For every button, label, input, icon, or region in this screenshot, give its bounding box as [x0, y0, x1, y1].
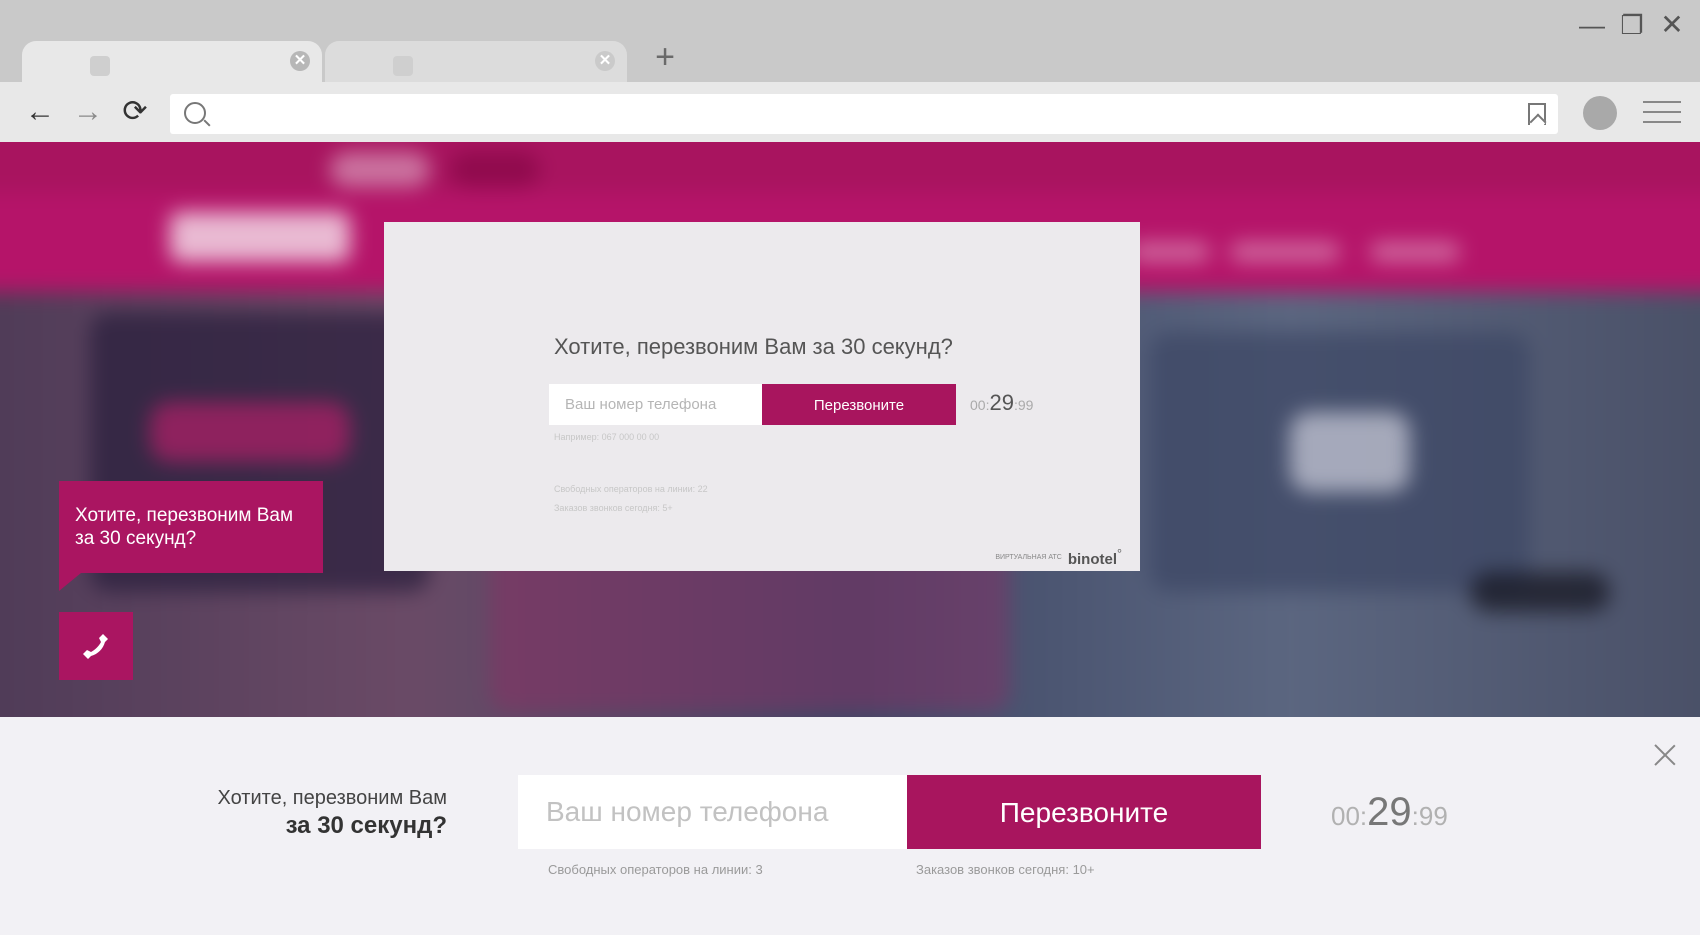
minimize-button[interactable]: — [1577, 10, 1607, 40]
favicon-icon [90, 56, 110, 76]
tab-active[interactable]: ✕ [22, 41, 322, 82]
callback-bubble[interactable]: Хотите, перезвоним Вам за 30 секунд? [59, 481, 323, 591]
favicon-icon [393, 56, 413, 76]
tab-close-icon[interactable]: ✕ [290, 51, 310, 71]
call-widget-button[interactable] [59, 612, 133, 680]
modal-phone-input[interactable] [549, 384, 763, 425]
bottom-bar-callback-button[interactable]: Перезвоните [907, 775, 1261, 849]
menu-icon[interactable] [1643, 101, 1681, 125]
modal-orders-today: Заказов звонков сегодня: 5+ [554, 503, 673, 513]
forward-button[interactable]: → [70, 94, 106, 130]
timer-minutes: 00: [1331, 801, 1368, 831]
bubble-text: Хотите, перезвоним Вам за 30 секунд? [75, 505, 294, 549]
new-tab-button[interactable]: + [650, 40, 680, 74]
search-icon [184, 102, 206, 124]
browser-toolbar: ← → ⟳ [0, 82, 1700, 142]
bottom-bar-timer: 00:29:99 [1331, 790, 1448, 835]
bottom-bar-title-line2: за 30 секунд? [285, 812, 447, 839]
modal-free-operators: Свободных операторов на линии: 22 [554, 484, 708, 494]
url-input[interactable] [220, 100, 1500, 128]
tab-inactive[interactable]: ✕ [325, 41, 627, 82]
timer-hundredths: :99 [1013, 397, 1034, 413]
tab-strip: ✕ ✕ + — ❐ ✕ [0, 0, 1700, 82]
bookmark-icon[interactable] [1528, 103, 1546, 125]
close-window-button[interactable]: ✕ [1657, 10, 1687, 40]
timer-hundredths: :99 [1411, 801, 1448, 831]
bottom-bar-title-line1: Хотите, перезвоним Вам [217, 787, 448, 809]
modal-title: Хотите, перезвоним Вам за 30 секунд? [554, 334, 953, 359]
close-icon[interactable] [1652, 743, 1678, 769]
reload-button[interactable]: ⟳ [117, 94, 153, 130]
bottom-bar-phone-input[interactable] [518, 775, 908, 849]
profile-avatar[interactable] [1583, 96, 1617, 130]
address-bar[interactable] [170, 94, 1558, 134]
brand-caption: ВИРТУАЛЬНАЯ АТС [995, 554, 1062, 561]
bottom-bar-free-operators: Свободных операторов на линии: 3 [548, 862, 763, 877]
modal-callback-button[interactable]: Перезвоните [762, 384, 956, 425]
maximize-button[interactable]: ❐ [1617, 10, 1647, 40]
bottom-bar-orders-today: Заказов звонков сегодня: 10+ [916, 862, 1095, 877]
callback-bottom-bar: Хотите, перезвоним Вам за 30 секунд? Пер… [0, 717, 1700, 935]
modal-brand: ВИРТУАЛЬНАЯ АТС binotel° [995, 547, 1122, 568]
back-button[interactable]: ← [22, 94, 58, 130]
modal-timer: 00:29:99 [970, 390, 1033, 416]
phone-icon [83, 634, 108, 659]
timer-seconds: 29 [989, 390, 1014, 415]
callback-modal: Хотите, перезвоним Вам за 30 секунд? Пер… [384, 222, 1140, 571]
binotel-logo: binotel° [1067, 547, 1122, 568]
timer-seconds: 29 [1367, 790, 1412, 834]
modal-phone-hint: Например: 067 000 00 00 [554, 432, 660, 442]
timer-minutes: 00: [970, 397, 990, 413]
tab-close-icon[interactable]: ✕ [595, 51, 615, 71]
